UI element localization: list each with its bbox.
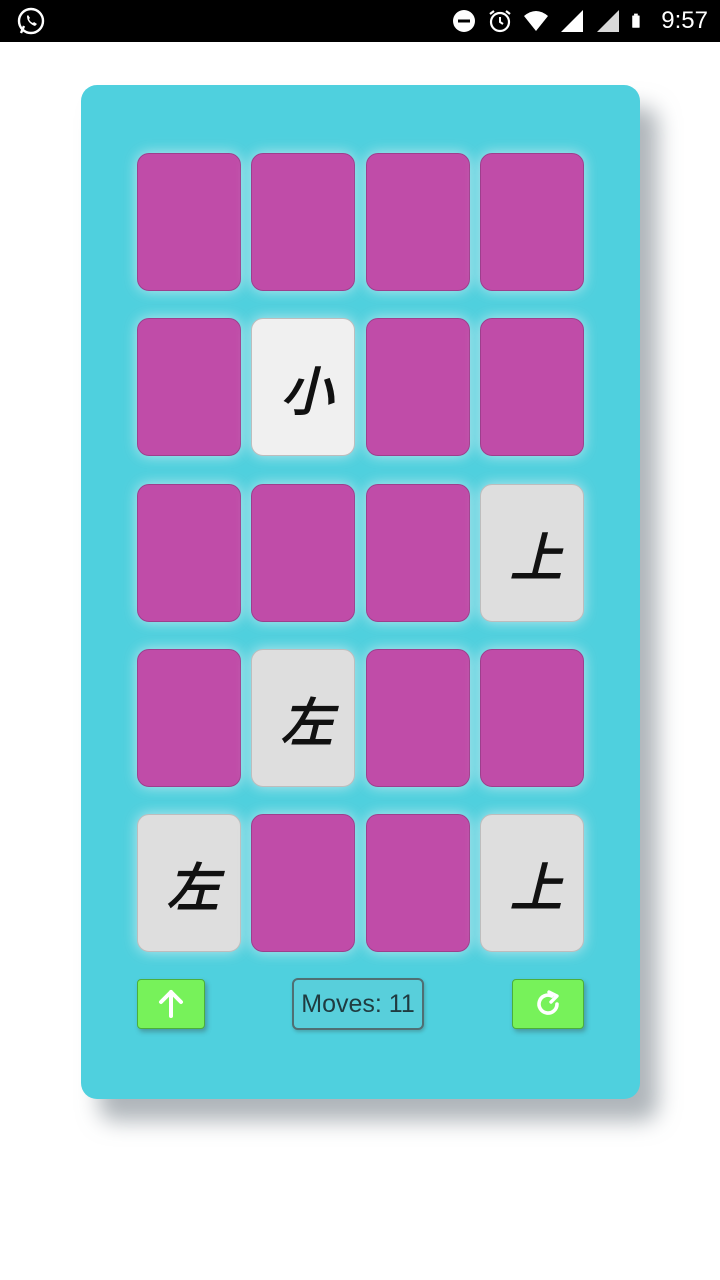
card-hidden[interactable] <box>366 318 470 456</box>
card-hidden[interactable] <box>251 484 355 622</box>
restart-icon <box>537 990 559 1015</box>
card-revealed[interactable]: 小 <box>251 318 355 456</box>
wifi-icon <box>524 11 549 31</box>
card-hidden[interactable] <box>480 318 584 456</box>
card-hidden[interactable] <box>251 153 355 291</box>
card-revealed[interactable]: 上 <box>480 484 584 622</box>
moves-counter: Moves: 11 <box>292 978 424 1030</box>
card-character: 上 <box>509 858 562 919</box>
card-hidden[interactable] <box>480 649 584 787</box>
card-hidden[interactable] <box>137 649 241 787</box>
card-hidden[interactable] <box>251 814 355 952</box>
game-board: 小上左左上 Moves: 11 <box>81 85 640 1099</box>
signal-icon <box>561 10 584 32</box>
alarm-icon <box>489 10 511 33</box>
card-hidden[interactable] <box>366 814 470 952</box>
battery-icon <box>632 13 640 28</box>
card-character: 左 <box>166 858 219 919</box>
card-revealed[interactable]: 左 <box>137 814 241 952</box>
card-hidden[interactable] <box>480 153 584 291</box>
do-not-disturb-icon <box>453 10 476 32</box>
card-revealed[interactable]: 上 <box>480 814 584 952</box>
card-hidden[interactable] <box>137 484 241 622</box>
card-character: 左 <box>280 693 333 754</box>
restart-button[interactable] <box>512 979 584 1029</box>
status-bar: 9:57 <box>0 0 720 42</box>
card-character: 小 <box>280 362 333 423</box>
clock-time: 9:57 <box>661 7 708 34</box>
card-hidden[interactable] <box>366 153 470 291</box>
up-button[interactable] <box>137 979 205 1029</box>
signal-icon <box>597 10 620 32</box>
whatsapp-icon <box>17 7 45 35</box>
card-hidden[interactable] <box>366 484 470 622</box>
card-hidden[interactable] <box>137 153 241 291</box>
card-character: 上 <box>509 528 562 589</box>
arrow-up-icon <box>159 990 183 1018</box>
card-revealed[interactable]: 左 <box>251 649 355 787</box>
card-hidden[interactable] <box>137 318 241 456</box>
card-hidden[interactable] <box>366 649 470 787</box>
